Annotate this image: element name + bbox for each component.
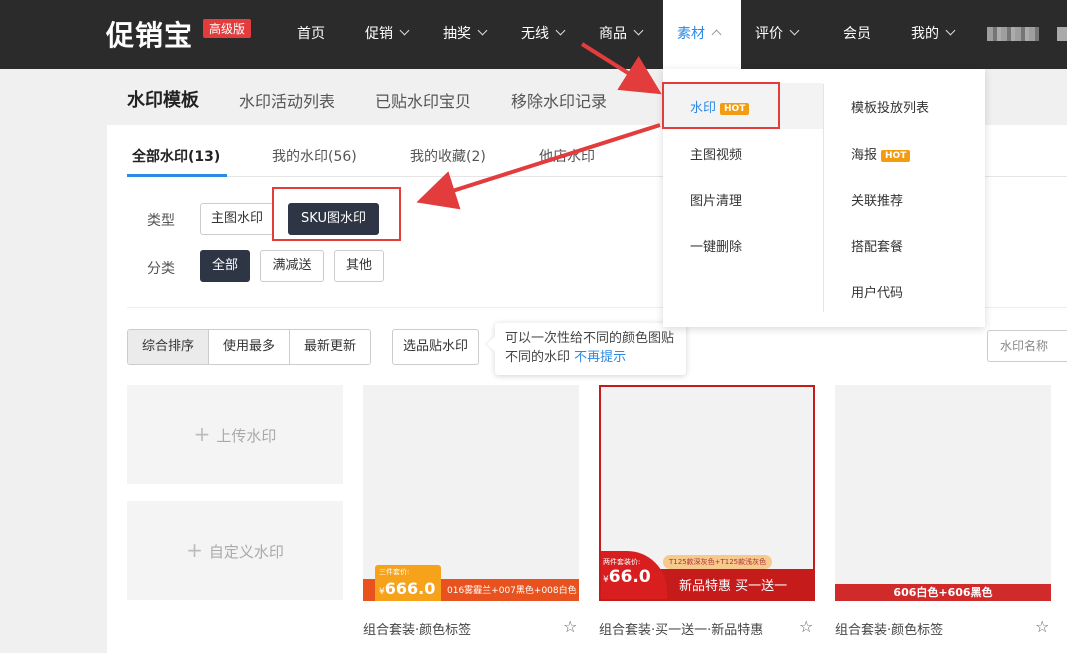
arrow-to-sku-watermark bbox=[416, 123, 661, 210]
annotation-arrows bbox=[416, 42, 662, 210]
arrow-to-watermark-menu bbox=[580, 42, 662, 95]
